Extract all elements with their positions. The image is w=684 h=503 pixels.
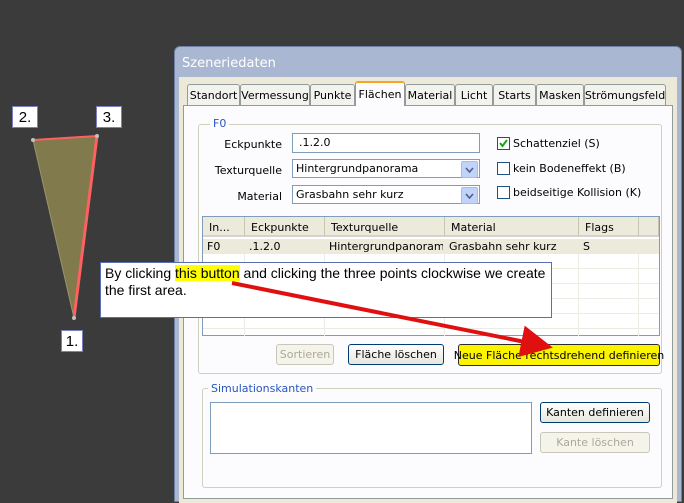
point-marker-3	[95, 134, 99, 138]
material-value: Grasbahn sehr kurz	[296, 188, 404, 201]
point-marker-2	[31, 138, 35, 142]
point-label-3: 3.	[96, 106, 122, 128]
column-header-flags[interactable]: Flags	[579, 217, 639, 237]
column-header-material[interactable]: Material	[445, 217, 579, 237]
schattenziel-label: Schattenziel (S)	[513, 137, 600, 150]
tab-starts[interactable]: Starts	[493, 84, 536, 105]
column-header-eckpunkte[interactable]: Eckpunkte	[245, 217, 325, 237]
point-label-2: 2.	[12, 106, 38, 128]
point-marker-1	[72, 316, 76, 320]
texturquelle-label: Texturquelle	[214, 164, 282, 177]
callout-text-before: By clicking	[105, 265, 176, 281]
flaeche-loeschen-button[interactable]: Fläche löschen	[348, 344, 444, 365]
chevron-down-icon[interactable]	[461, 161, 478, 178]
tab-stroemungsfeld[interactable]: Strömungsfeld	[584, 84, 666, 105]
neue-flaeche-button[interactable]: Neue Fläche rechtsdrehend definieren	[454, 344, 664, 366]
point-label-1: 1.	[61, 330, 83, 352]
tab-material[interactable]: Material	[405, 84, 455, 105]
simulationskanten-list[interactable]	[210, 402, 532, 454]
table-row[interactable]: F0 .1.2.0 Hintergrundpanorama Grasbahn s…	[203, 239, 659, 254]
beidseitige-kollision-checkbox[interactable]	[497, 186, 510, 199]
sortieren-button[interactable]: Sortieren	[276, 344, 334, 365]
tab-masken[interactable]: Masken	[536, 84, 584, 105]
material-select[interactable]: Grasbahn sehr kurz	[292, 185, 480, 204]
kanten-definieren-button[interactable]: Kanten definieren	[540, 402, 650, 423]
table-cell: S	[583, 240, 590, 253]
simulationskanten-label: Simulationskanten	[208, 382, 317, 395]
area-group-label: F0	[210, 117, 230, 130]
checkmark-icon	[499, 139, 508, 148]
column-header-index[interactable]: In...	[203, 217, 245, 237]
eckpunkte-label: Eckpunkte	[224, 138, 282, 151]
schattenziel-checkbox[interactable]	[497, 137, 510, 150]
window-title: Szeneriedaten	[182, 56, 276, 71]
tab-flaechen[interactable]: Flächen	[355, 81, 405, 106]
beidseitige-kollision-label: beidseitige Kollision (K)	[513, 186, 642, 199]
eckpunkte-field[interactable]: .1.2.0	[292, 133, 480, 153]
column-header-texturquelle[interactable]: Texturquelle	[325, 217, 445, 237]
kein-bodeneffekt-checkbox[interactable]	[497, 162, 510, 175]
table-cell: F0	[207, 240, 221, 253]
material-label: Material	[237, 190, 282, 203]
callout-highlight: this button	[175, 265, 240, 281]
table-cell: Hintergrundpanorama	[329, 240, 443, 253]
kein-bodeneffekt-label: kein Bodeneffekt (B)	[513, 162, 626, 175]
tab-vermessung[interactable]: Vermessung	[240, 84, 310, 105]
tab-licht[interactable]: Licht	[455, 84, 493, 105]
table-cell: .1.2.0	[249, 240, 281, 253]
tutorial-callout: By clicking this button and clicking the…	[100, 262, 552, 318]
tab-punkte[interactable]: Punkte	[310, 84, 355, 105]
tab-standort[interactable]: Standort	[187, 84, 240, 105]
kante-loeschen-button[interactable]: Kante löschen	[540, 432, 650, 453]
texturquelle-value: Hintergrundpanorama	[296, 162, 419, 175]
table-cell: Grasbahn sehr kurz	[449, 240, 557, 253]
chevron-down-icon[interactable]	[461, 187, 478, 204]
texturquelle-select[interactable]: Hintergrundpanorama	[292, 159, 480, 178]
area-triangle	[33, 136, 97, 318]
column-header-filler	[639, 217, 659, 237]
